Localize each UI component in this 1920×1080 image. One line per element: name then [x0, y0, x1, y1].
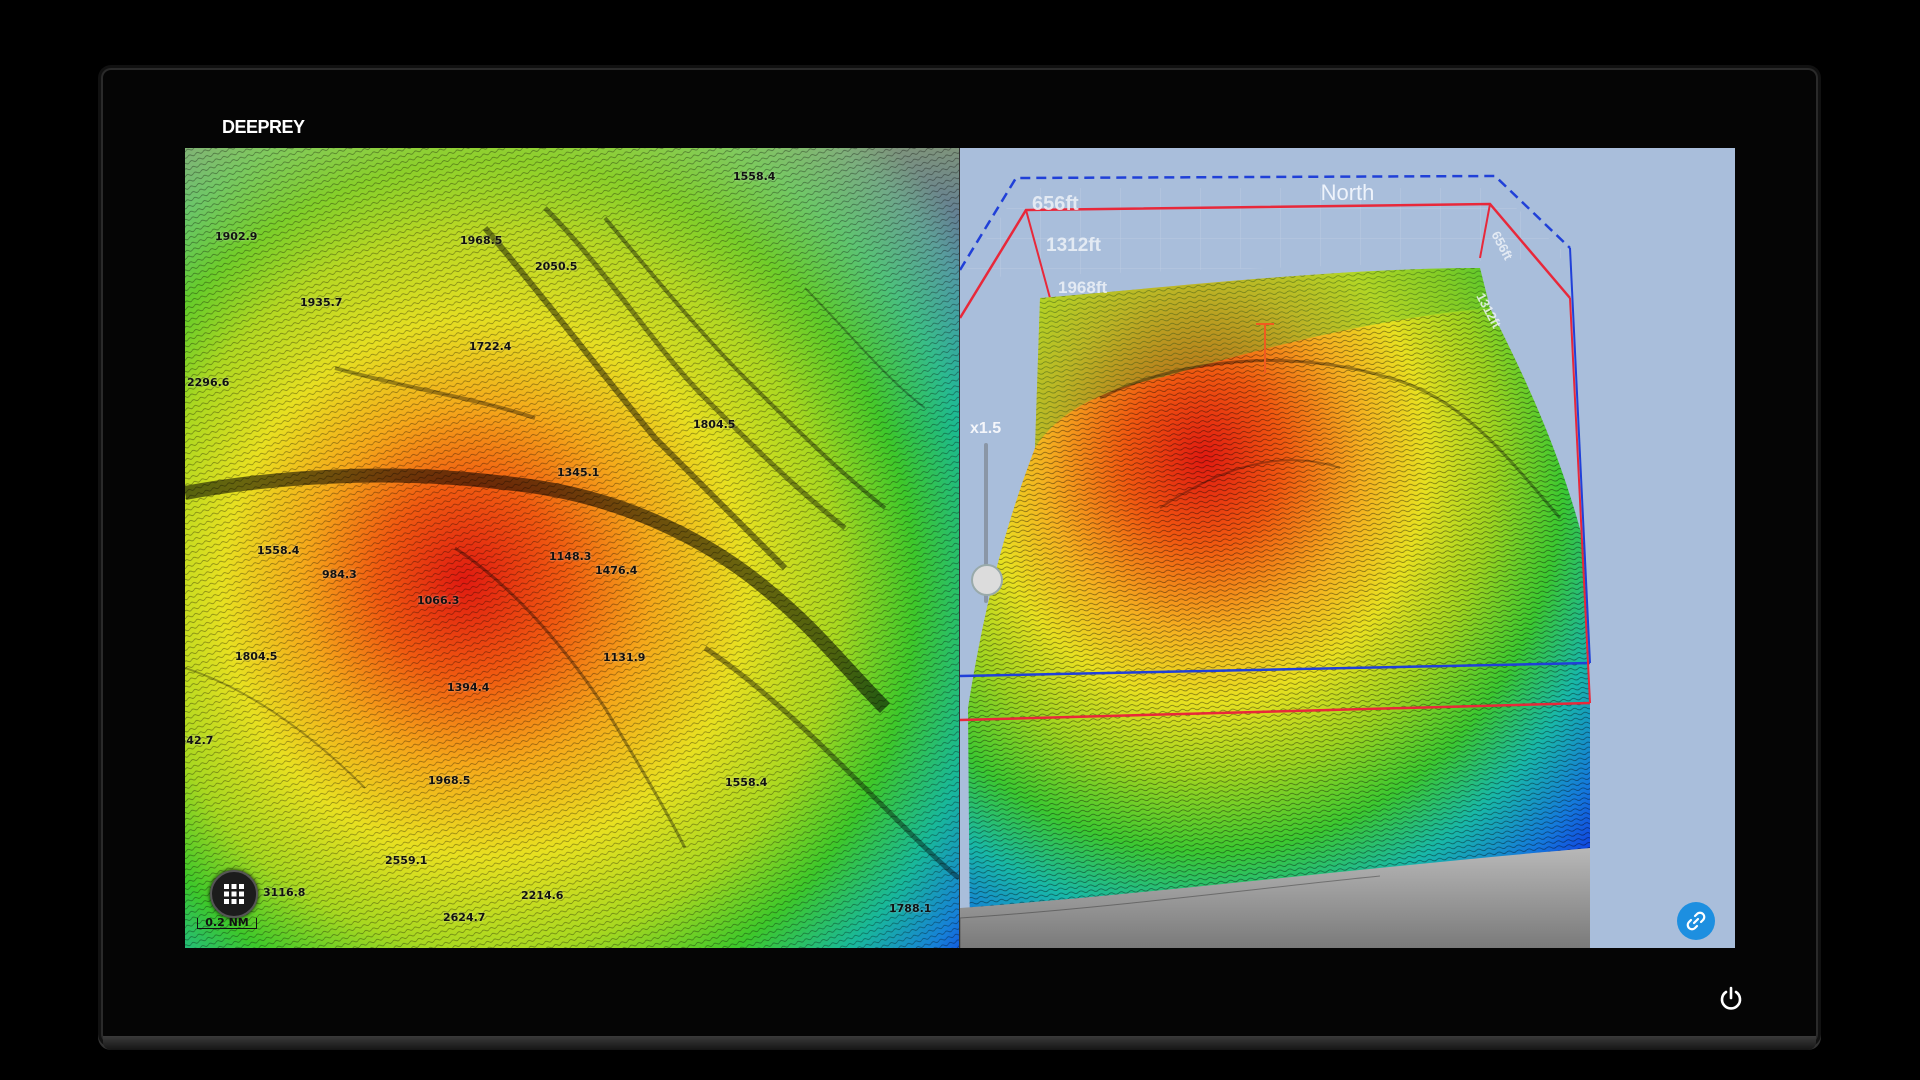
grid-icon: [224, 884, 244, 904]
apps-grid-button[interactable]: [210, 870, 258, 918]
depth-label: 1148.3: [549, 550, 592, 563]
depth-label: 1558.4: [257, 544, 300, 557]
power-icon: [1720, 986, 1742, 1010]
depth-label: 3116.8: [263, 886, 306, 899]
power-button[interactable]: [1714, 982, 1748, 1016]
display-bezel-bottom: [103, 1036, 1816, 1050]
depth-label: 2296.6: [187, 376, 230, 389]
depth-label: 1902.9: [215, 230, 258, 243]
depth-ring-label: 1968ft: [1058, 278, 1108, 297]
depth-label: 1722.4: [469, 340, 512, 353]
depth-label: 2214.6: [521, 889, 564, 902]
scale-bar: 0.2 NM: [197, 917, 257, 929]
depth-label: 1788.1: [889, 902, 932, 915]
depth-label: 1968.5: [460, 234, 503, 247]
depth-label: 1066.3: [417, 594, 460, 607]
depth-label: 1476.4: [595, 564, 638, 577]
depth-label: 2542.7: [185, 734, 214, 747]
depth-label: 1131.9: [603, 651, 646, 664]
vertical-exaggeration-label: x1.5: [970, 420, 1002, 437]
bathymetry-3d-surface: [960, 174, 1591, 948]
depth-label: 1804.5: [235, 650, 278, 663]
depth-label: 2624.7: [443, 911, 486, 924]
depth-label: 2559.1: [385, 854, 428, 867]
bathymetry-3d-view[interactable]: North 656ft 1312ft 1968ft 656ft 1312ft x…: [960, 148, 1735, 948]
depth-ring-label: 1312ft: [1046, 235, 1101, 256]
depth-label: 1935.7: [300, 296, 343, 309]
slider-thumb[interactable]: [971, 564, 1003, 596]
depth-label: 1804.5: [693, 418, 736, 431]
depth-label: 1558.4: [725, 776, 768, 789]
depth-label: 1394.4: [447, 681, 490, 694]
brand-logo: DEEPREY: [222, 117, 305, 137]
display-screen: 1558.4 1902.9 1968.5 2050.5 1935.7 1722.…: [185, 148, 1735, 948]
depth-ring-label: 656ft: [1032, 193, 1079, 215]
link-button[interactable]: [1677, 902, 1715, 940]
bathymetry-2d-map[interactable]: 1558.4 1902.9 1968.5 2050.5 1935.7 1722.…: [185, 148, 959, 948]
depth-label: 1558.4: [733, 170, 776, 183]
depth-label: 1968.5: [428, 774, 471, 787]
depth-label: 2050.5: [535, 260, 578, 273]
depth-label: 984.3: [322, 568, 357, 581]
link-icon: [1686, 911, 1706, 931]
depth-label: 1345.1: [557, 466, 600, 479]
